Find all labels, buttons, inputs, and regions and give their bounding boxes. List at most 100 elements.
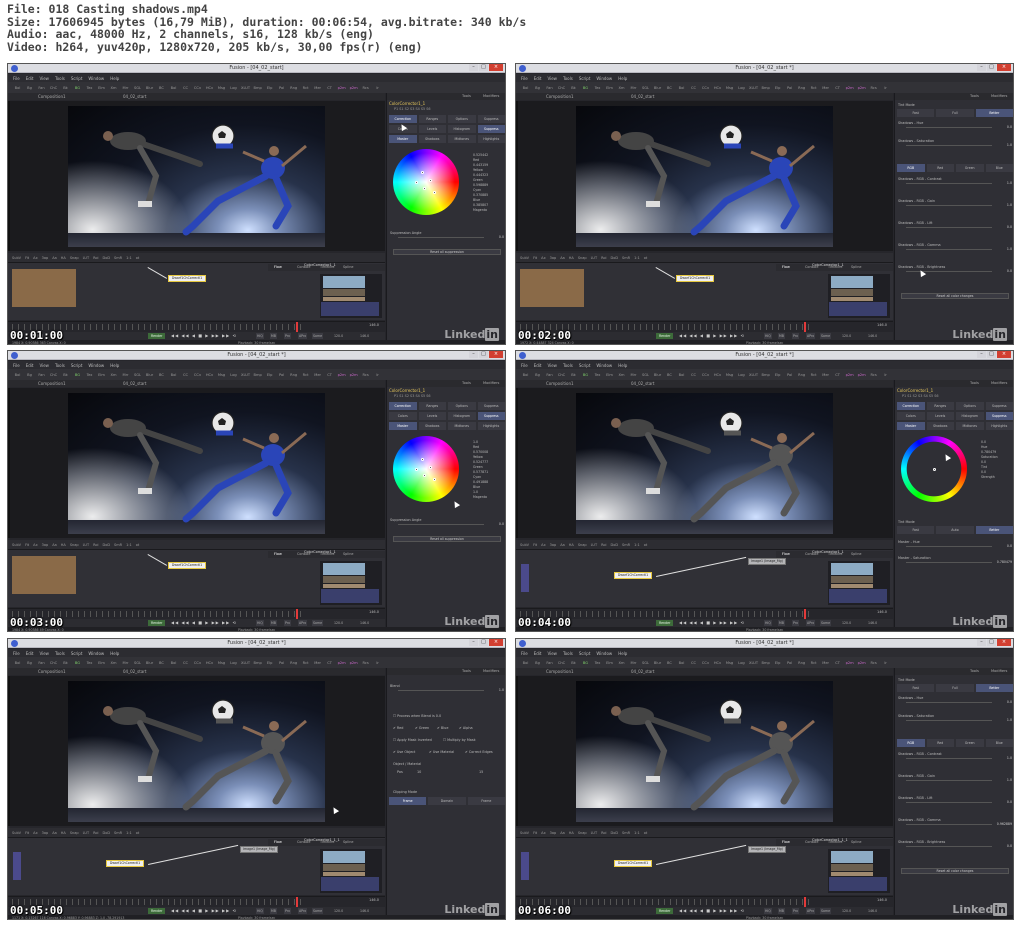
- tool-button[interactable]: Rcs: [869, 661, 878, 665]
- inspector-tab[interactable]: Options: [956, 402, 984, 410]
- tool-button[interactable]: Blur: [653, 373, 662, 377]
- tool-button[interactable]: Elp: [265, 661, 274, 665]
- tool-button[interactable]: ChC: [49, 661, 58, 665]
- render-button[interactable]: Render: [656, 333, 674, 339]
- node-panel-tab[interactable]: Flow: [782, 839, 790, 846]
- tint-mode-option[interactable]: Better: [975, 684, 1013, 692]
- tool-button[interactable]: Blur: [145, 661, 154, 665]
- tool-button[interactable]: Mrr: [629, 86, 638, 90]
- menu-item[interactable]: View: [547, 363, 557, 368]
- menu-item[interactable]: Edit: [534, 651, 542, 656]
- viewer-control[interactable]: 1:1: [634, 256, 640, 260]
- tool-button[interactable]: Xm: [109, 373, 118, 377]
- menu-item[interactable]: View: [39, 76, 49, 81]
- inspector-tab[interactable]: Levels: [418, 412, 446, 420]
- viewer-control[interactable]: 1:1: [634, 543, 640, 547]
- param-row[interactable]: Master - Hue 0.0: [898, 540, 1012, 554]
- tool-button[interactable]: Rct: [809, 661, 818, 665]
- viewer-control[interactable]: Ax: [541, 831, 545, 835]
- tool-button[interactable]: Mer: [821, 86, 830, 90]
- tool-button[interactable]: Elm: [97, 373, 106, 377]
- inspector-tab[interactable]: Histogram: [448, 412, 476, 420]
- maximize-button[interactable]: □: [987, 64, 996, 71]
- tool-button[interactable]: ChC: [49, 373, 58, 377]
- inspector-tab[interactable]: Midtones: [448, 422, 476, 430]
- reset-button[interactable]: Reset all suppression: [393, 249, 501, 255]
- quality-toggle[interactable]: APrx: [806, 908, 816, 914]
- param-slider[interactable]: [398, 524, 484, 525]
- tool-button[interactable]: Pol: [277, 661, 286, 665]
- tool-button[interactable]: Bg: [533, 86, 542, 90]
- param-row[interactable]: Shadows - RGB - Gamma 1.0: [898, 243, 1012, 257]
- tool-button[interactable]: Elp: [773, 373, 782, 377]
- quality-toggle[interactable]: Some: [312, 620, 324, 626]
- tint-mode-option[interactable]: Better: [975, 526, 1013, 534]
- tool-button[interactable]: CC: [181, 86, 190, 90]
- viewer-control[interactable]: SubV: [520, 831, 529, 835]
- tool-button[interactable]: BG: [73, 86, 82, 90]
- quality-toggle[interactable]: Prx: [792, 620, 799, 626]
- viewer-control[interactable]: Aa: [560, 543, 565, 547]
- viewer-control[interactable]: Ax: [33, 256, 37, 260]
- minimize-button[interactable]: –: [469, 64, 478, 71]
- inspector-tab[interactable]: Options: [448, 402, 476, 410]
- tool-button[interactable]: BC: [157, 86, 166, 90]
- viewer-control[interactable]: SubV: [12, 543, 21, 547]
- tools-tab[interactable]: Tools: [970, 93, 979, 100]
- param-slider[interactable]: [906, 702, 992, 703]
- tool-button[interactable]: Mer: [821, 373, 830, 377]
- quality-toggle[interactable]: APrx: [806, 620, 816, 626]
- close-button[interactable]: ×: [489, 64, 503, 71]
- param-row[interactable]: Shadows - RGB - Contrast 1.0: [898, 177, 1012, 191]
- tool-button[interactable]: HCv: [713, 86, 722, 90]
- menu-item[interactable]: Script: [579, 76, 591, 81]
- tool-button[interactable]: Pol: [785, 661, 794, 665]
- close-button[interactable]: ×: [997, 64, 1011, 71]
- menu-item[interactable]: Window: [596, 76, 612, 81]
- flow-node[interactable]: Dwarf1ChCorrectl1: [106, 860, 144, 867]
- viewer-control[interactable]: ot: [136, 831, 140, 835]
- tool-button[interactable]: Tex: [85, 86, 94, 90]
- param-slider[interactable]: [906, 780, 992, 781]
- tool-button[interactable]: Bol: [677, 661, 686, 665]
- modifiers-tab[interactable]: Modifiers: [483, 668, 499, 675]
- modifiers-tab[interactable]: Modifiers: [483, 93, 499, 100]
- tool-button[interactable]: Fan: [545, 373, 554, 377]
- menu-item[interactable]: File: [521, 363, 528, 368]
- tools-tab[interactable]: Tools: [462, 380, 471, 387]
- quality-toggle[interactable]: APrx: [806, 333, 816, 339]
- viewer-control[interactable]: SubV: [520, 543, 529, 547]
- param-row[interactable]: Suppression Angle 0.0: [390, 231, 504, 243]
- tool-button[interactable]: Bol: [521, 86, 530, 90]
- param-row[interactable]: Shadows - Hue 0.0: [898, 696, 1012, 710]
- viewer-control[interactable]: Aa: [560, 831, 565, 835]
- inspector-tab[interactable]: Suppress: [477, 412, 505, 420]
- viewer-control[interactable]: 3ap: [550, 543, 557, 547]
- playback-controls[interactable]: ◀◀ ◀◀ ◀ ■ ▶ ▶▶ ▶▶ ⟲: [679, 907, 745, 915]
- inspector-tab[interactable]: Histogram: [956, 412, 984, 420]
- tool-button[interactable]: Bg: [533, 661, 542, 665]
- viewer-control[interactable]: DoD: [103, 831, 111, 835]
- inspector-tab[interactable]: Suppress: [477, 115, 505, 123]
- tool-button[interactable]: Bk: [61, 661, 70, 665]
- flow-node[interactable]: Dwarf1ChCorrectl1: [168, 562, 206, 569]
- tool-button[interactable]: Rct: [809, 373, 818, 377]
- channel-checkbox[interactable]: ✔ Green: [415, 726, 429, 730]
- viewer-control[interactable]: SubV: [12, 256, 21, 260]
- inspector-tab[interactable]: Master: [389, 422, 417, 430]
- object-checkbox[interactable]: ✔ Correct Edges: [465, 750, 493, 754]
- tool-button[interactable]: Log: [229, 86, 238, 90]
- node-panel-tab[interactable]: Spline: [851, 264, 861, 271]
- viewer-name-tab[interactable]: 04_02_start: [631, 93, 655, 100]
- quality-toggle[interactable]: Some: [820, 333, 832, 339]
- quality-toggle[interactable]: Some: [820, 908, 832, 914]
- tool-button[interactable]: Blur: [145, 86, 154, 90]
- tool-button[interactable]: HCv: [205, 373, 214, 377]
- tool-button[interactable]: Mrr: [629, 661, 638, 665]
- tool-button[interactable]: SGL: [133, 661, 142, 665]
- viewer-control[interactable]: Aa: [52, 256, 57, 260]
- tool-button[interactable]: Tex: [85, 373, 94, 377]
- inspector-tab[interactable]: Levels: [418, 125, 446, 133]
- wheel-handle[interactable]: [933, 468, 936, 471]
- mask-checkbox[interactable]: ☐ Apply Mask Inverted: [393, 738, 432, 742]
